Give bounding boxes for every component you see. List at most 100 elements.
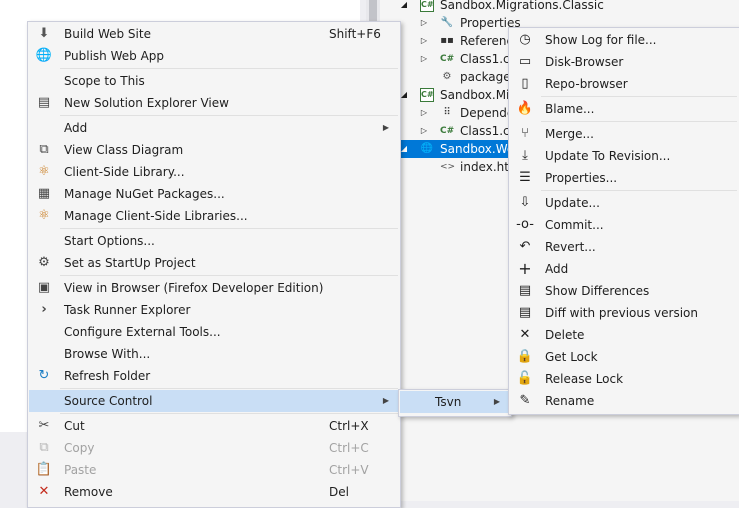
- menu-item-shortcut: Ctrl+C: [329, 441, 369, 455]
- menu-item-manage-client-side-libraries[interactable]: ⚛ Manage Client-Side Libraries...: [29, 205, 399, 227]
- expand-arrow-icon[interactable]: ▷: [420, 122, 428, 140]
- menu-item-label: Revert...: [545, 240, 596, 254]
- flame-icon: 🔥: [516, 101, 534, 116]
- menu-item-label: Paste: [64, 463, 97, 477]
- refresh-icon: ↻: [38, 368, 50, 383]
- collapse-arrow-icon[interactable]: ◢: [400, 86, 408, 104]
- menu-item-label: Refresh Folder: [64, 369, 151, 383]
- class-diagram-icon: ⧉: [39, 142, 49, 157]
- menu-item-browse-with[interactable]: Browse With...: [29, 343, 399, 365]
- menu-item-scope-to-this[interactable]: Scope to This: [29, 70, 399, 92]
- menu-item-blame[interactable]: 🔥 Blame...: [510, 98, 738, 120]
- log-icon: ◷: [519, 32, 531, 47]
- delete-x-icon: ✕: [519, 327, 531, 342]
- menu-item-delete[interactable]: ✕ Delete: [510, 324, 738, 346]
- lock-icon: 🔒: [516, 349, 534, 364]
- menu-item-label: View Class Diagram: [64, 143, 184, 157]
- menu-item-label: Show Differences: [545, 284, 650, 298]
- menu-item-label: Release Lock: [545, 372, 624, 386]
- menu-item-refresh-folder[interactable]: ↻ Refresh Folder: [29, 365, 399, 387]
- references-icon: ▪▪: [440, 35, 454, 46]
- diff-icon: ▤: [518, 283, 532, 298]
- menu-item-configure-external-tools[interactable]: Configure External Tools...: [29, 321, 399, 343]
- submenu-arrow-icon: ▶: [382, 396, 389, 405]
- menu-item-merge[interactable]: ⑂ Merge...: [510, 123, 738, 145]
- menu-item-client-side-library[interactable]: ⚛ Client-Side Library...: [29, 161, 399, 183]
- menu-item-remove[interactable]: ✕ Remove Del: [29, 481, 399, 503]
- csharp-project-icon: C#: [420, 88, 434, 102]
- menu-item-release-lock[interactable]: 🔓 Release Lock: [510, 368, 738, 390]
- menu-item-paste[interactable]: 📋 Paste Ctrl+V: [29, 459, 399, 481]
- plus-icon: +: [518, 259, 532, 278]
- menu-item-shortcut: Ctrl+X: [329, 419, 369, 433]
- globe-icon: 🌐: [35, 48, 53, 63]
- scissors-icon: ✂: [38, 418, 50, 433]
- menu-item-show-log[interactable]: ◷ Show Log for file...: [510, 29, 738, 51]
- menu-item-label: Browse With...: [64, 347, 151, 361]
- collapse-arrow-icon[interactable]: ◢: [400, 140, 408, 158]
- menu-item-set-as-startup-project[interactable]: ⚙ Set as StartUp Project: [29, 252, 399, 274]
- menu-item-add-svn[interactable]: + Add: [510, 258, 738, 280]
- menu-separator: [541, 96, 737, 97]
- menu-item-revert[interactable]: ↶ Revert...: [510, 236, 738, 258]
- menu-item-label: Tsvn: [435, 395, 462, 409]
- menu-item-repo-browser[interactable]: ▯ Repo-browser: [510, 73, 738, 95]
- menu-item-shortcut: Shift+F6: [329, 27, 381, 41]
- menu-item-label: Get Lock: [545, 350, 598, 364]
- collapse-arrow-icon[interactable]: ◢: [400, 0, 408, 14]
- menu-item-task-runner-explorer[interactable]: › Task Runner Explorer: [29, 299, 399, 321]
- html-file-icon: <>: [440, 162, 456, 172]
- remove-x-icon: ✕: [38, 484, 50, 499]
- unlock-icon: 🔓: [516, 371, 534, 386]
- menu-item-build-web-site[interactable]: ⬇ Build Web Site Shift+F6: [29, 23, 399, 45]
- menu-item-new-solution-explorer-view[interactable]: ▤ New Solution Explorer View: [29, 92, 399, 114]
- pencil-icon: ✎: [519, 393, 531, 408]
- menu-item-label: Update...: [545, 196, 600, 210]
- menu-item-disk-browser[interactable]: ▭ Disk-Browser: [510, 51, 738, 73]
- menu-item-publish-web-app[interactable]: 🌐 Publish Web App: [29, 45, 399, 67]
- menu-item-manage-nuget-packages[interactable]: ▦ Manage NuGet Packages...: [29, 183, 399, 205]
- menu-item-add[interactable]: Add ▶: [29, 117, 399, 139]
- build-icon: ⬇: [38, 26, 50, 41]
- menu-item-label: Add: [64, 121, 88, 135]
- commit-icon: -o-: [516, 217, 534, 232]
- expand-arrow-icon[interactable]: ▷: [420, 32, 428, 50]
- expand-arrow-icon[interactable]: ▷: [420, 14, 428, 32]
- menu-item-copy[interactable]: ⧉ Copy Ctrl+C: [29, 437, 399, 459]
- expand-arrow-icon[interactable]: ▷: [420, 50, 428, 68]
- menu-item-view-in-browser[interactable]: ▣ View in Browser (Firefox Developer Edi…: [29, 277, 399, 299]
- chevron-right-icon: ›: [41, 302, 47, 317]
- menu-item-start-options[interactable]: Start Options...: [29, 230, 399, 252]
- menu-separator: [541, 190, 737, 191]
- menu-item-label: Repo-browser: [545, 77, 628, 91]
- menu-item-source-control[interactable]: Source Control ▶: [29, 390, 399, 412]
- menu-item-label: Publish Web App: [64, 49, 165, 63]
- tsvn-submenu: ◷ Show Log for file... ▭ Disk-Browser ▯ …: [508, 27, 739, 415]
- menu-item-diff-previous[interactable]: ▤ Diff with previous version: [510, 302, 738, 324]
- menu-item-properties[interactable]: ☰ Properties...: [510, 167, 738, 189]
- menu-item-view-class-diagram[interactable]: ⧉ View Class Diagram: [29, 139, 399, 161]
- submenu-arrow-icon: ▶: [382, 123, 389, 132]
- tree-row-migrations-classic[interactable]: ◢ C# Sandbox.Migrations.Classic: [400, 0, 739, 14]
- menu-item-tsvn[interactable]: Tsvn ▶: [400, 391, 510, 413]
- library-icon: ⚛: [38, 208, 50, 223]
- menu-item-show-differences[interactable]: ▤ Show Differences: [510, 280, 738, 302]
- menu-item-get-lock[interactable]: 🔒 Get Lock: [510, 346, 738, 368]
- menu-item-label: Disk-Browser: [545, 55, 624, 69]
- menu-separator: [60, 228, 398, 229]
- monitor-icon: ▭: [518, 54, 532, 69]
- editor-bottom-strip: [0, 432, 27, 501]
- menu-item-update[interactable]: ⇩ Update...: [510, 192, 738, 214]
- menu-item-commit[interactable]: -o- Commit...: [510, 214, 738, 236]
- menu-item-label: View in Browser (Firefox Developer Editi…: [64, 281, 324, 295]
- menu-separator: [541, 121, 737, 122]
- tree-row-label: Sandbox.Migrations.Classic: [440, 0, 604, 12]
- dependencies-icon: ⠿: [443, 107, 451, 118]
- update-revision-icon: ⤓: [522, 148, 528, 163]
- expand-arrow-icon[interactable]: ▷: [420, 104, 428, 122]
- csharp-project-icon: C#: [420, 0, 434, 12]
- menu-item-label: Start Options...: [64, 234, 155, 248]
- menu-item-cut[interactable]: ✂ Cut Ctrl+X: [29, 415, 399, 437]
- menu-item-update-to-revision[interactable]: ⤓ Update To Revision...: [510, 145, 738, 167]
- menu-item-rename[interactable]: ✎ Rename: [510, 390, 738, 412]
